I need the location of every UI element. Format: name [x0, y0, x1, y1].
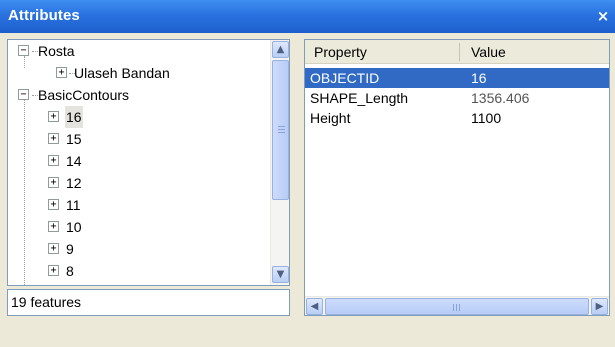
feature-tree-panel: − Rosta + Ulaseh Bandan − BasicContours …	[7, 39, 290, 286]
grip-line	[459, 304, 460, 311]
scroll-thumb[interactable]	[325, 298, 589, 315]
grid-horizontal-scrollbar[interactable]: ◀ ▶	[305, 296, 609, 315]
expand-icon[interactable]: +	[48, 243, 59, 254]
tree-item-label: 15	[66, 131, 82, 147]
column-header-property[interactable]: Property	[314, 40, 367, 64]
property-grid-header: Property Value	[305, 40, 609, 64]
tree-item-label: 12	[66, 175, 82, 191]
tree-item-label: 7	[66, 282, 74, 285]
collapse-icon[interactable]: −	[18, 89, 29, 100]
expand-icon[interactable]: +	[48, 111, 59, 122]
tree-item-label: 8	[66, 263, 74, 279]
tree-item-label: 11	[66, 197, 81, 213]
feature-tree: − Rosta + Ulaseh Bandan − BasicContours …	[8, 40, 270, 285]
expand-icon[interactable]: +	[48, 133, 59, 144]
expand-icon[interactable]: +	[48, 177, 59, 188]
tree-connector	[24, 56, 25, 68]
expand-icon[interactable]: +	[48, 265, 59, 276]
close-icon[interactable]: ×	[595, 8, 611, 24]
title-bar[interactable]: Attributes ×	[0, 0, 615, 33]
property-row[interactable]: SHAPE_Length 1356.406	[305, 88, 609, 108]
property-row[interactable]: Height 1100	[305, 108, 609, 128]
feature-count-status: 19 features	[7, 289, 290, 316]
attributes-window: Attributes × − Rosta + Ulaseh Bandan − B…	[0, 0, 615, 347]
collapse-icon[interactable]: −	[18, 45, 29, 56]
property-name: Height	[310, 110, 351, 126]
grip-line	[278, 129, 285, 130]
tree-item-label: Rosta	[38, 43, 75, 59]
property-name: OBJECTID	[310, 70, 380, 86]
column-divider[interactable]	[459, 43, 460, 61]
scroll-thumb[interactable]	[272, 60, 289, 200]
tree-item-label: 14	[66, 153, 82, 169]
scroll-down-icon[interactable]: ▼	[272, 266, 289, 283]
expand-icon[interactable]: +	[48, 199, 59, 210]
scroll-up-icon[interactable]: ▲	[272, 41, 289, 58]
tree-item-label: Ulaseh Bandan	[74, 65, 170, 81]
property-grid: Property Value OBJECTID 16 SHAPE_Length …	[304, 39, 610, 316]
grip-line	[453, 304, 454, 311]
property-row[interactable]: OBJECTID 16	[305, 68, 609, 88]
tree-item-label: 9	[66, 241, 74, 257]
expand-icon[interactable]: +	[48, 221, 59, 232]
window-title: Attributes	[8, 7, 80, 24]
property-value: 16	[471, 70, 487, 86]
grip-line	[456, 304, 457, 311]
tree-vertical-scrollbar[interactable]: ▲ ▼	[270, 40, 289, 285]
property-value: 1100	[471, 110, 502, 126]
tree-connector	[24, 100, 25, 285]
tree-item-label: 10	[66, 219, 82, 235]
tree-item-label: 16	[65, 106, 83, 128]
scroll-right-icon[interactable]: ▶	[591, 298, 608, 315]
column-header-value[interactable]: Value	[471, 40, 506, 64]
expand-icon[interactable]: +	[48, 155, 59, 166]
property-value: 1356.406	[471, 90, 530, 106]
expand-icon[interactable]: +	[56, 67, 67, 78]
scroll-left-icon[interactable]: ◀	[306, 298, 323, 315]
grip-line	[278, 126, 285, 127]
tree-item-label: BasicContours	[38, 87, 130, 103]
feature-count: 19 features	[11, 294, 82, 310]
property-name: SHAPE_Length	[310, 90, 409, 106]
grip-line	[278, 132, 285, 133]
